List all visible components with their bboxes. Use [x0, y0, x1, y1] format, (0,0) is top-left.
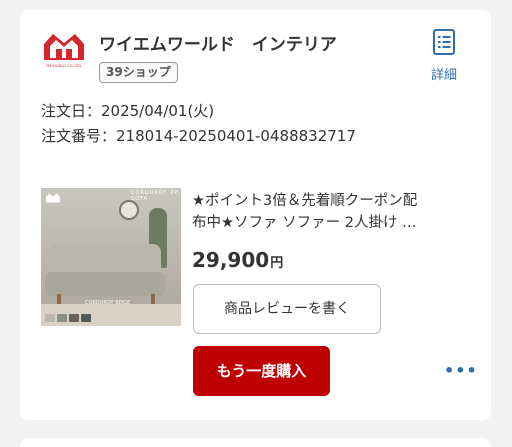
product-price: 29,900円 [192, 248, 283, 272]
document-list-icon [433, 29, 455, 55]
next-order-card [20, 438, 491, 447]
order-card: YM WORLD CO.,LTD. ワイエムワールド インテリア 39ショップ … [20, 10, 491, 420]
buy-again-button[interactable]: もう一度購入 [193, 346, 330, 396]
detail-label: 詳細 [430, 68, 457, 83]
product-title-line: 布中★ソファ ソファー 2人掛け … [192, 215, 417, 231]
shop-badge: 39ショップ [99, 62, 178, 83]
order-date: 注文日：2025/04/01(火) [41, 102, 215, 120]
sofa-leg [151, 294, 155, 304]
more-dots-icon[interactable]: ••• [444, 361, 477, 381]
price-currency: 円 [270, 256, 284, 271]
sofa-leg [57, 294, 61, 304]
image-caption-top: CORDUROY 2P SOFA [131, 190, 179, 202]
shop-name-link[interactable]: ワイエムワールド インテリア [99, 30, 337, 55]
image-caption-bottom: CORDUROY BEIGE [85, 300, 131, 306]
order-number: 注文番号：218014-20250401-0488832717 [41, 127, 356, 145]
logo-text: YM WORLD CO.,LTD. [46, 64, 82, 68]
image-logo-icon [46, 193, 60, 203]
color-swatches [45, 314, 91, 322]
price-value: 29,900 [192, 248, 270, 272]
product-image[interactable]: CORDUROY 2P SOFA CORDUROY BEIGE [41, 188, 181, 326]
sofa-seat [45, 272, 165, 296]
write-review-button[interactable]: 商品レビューを書く [193, 284, 381, 334]
product-title-link[interactable]: ★ポイント3倍＆先着順クーポン配 布中★ソファ ソファー 2人掛け … [192, 190, 468, 234]
detail-button[interactable]: 詳細 [424, 28, 464, 83]
product-title-line: ★ポイント3倍＆先着順クーポン配 [192, 193, 418, 209]
clock-decoration [119, 200, 139, 220]
shop-logo-icon[interactable]: YM WORLD CO.,LTD. [41, 30, 87, 70]
